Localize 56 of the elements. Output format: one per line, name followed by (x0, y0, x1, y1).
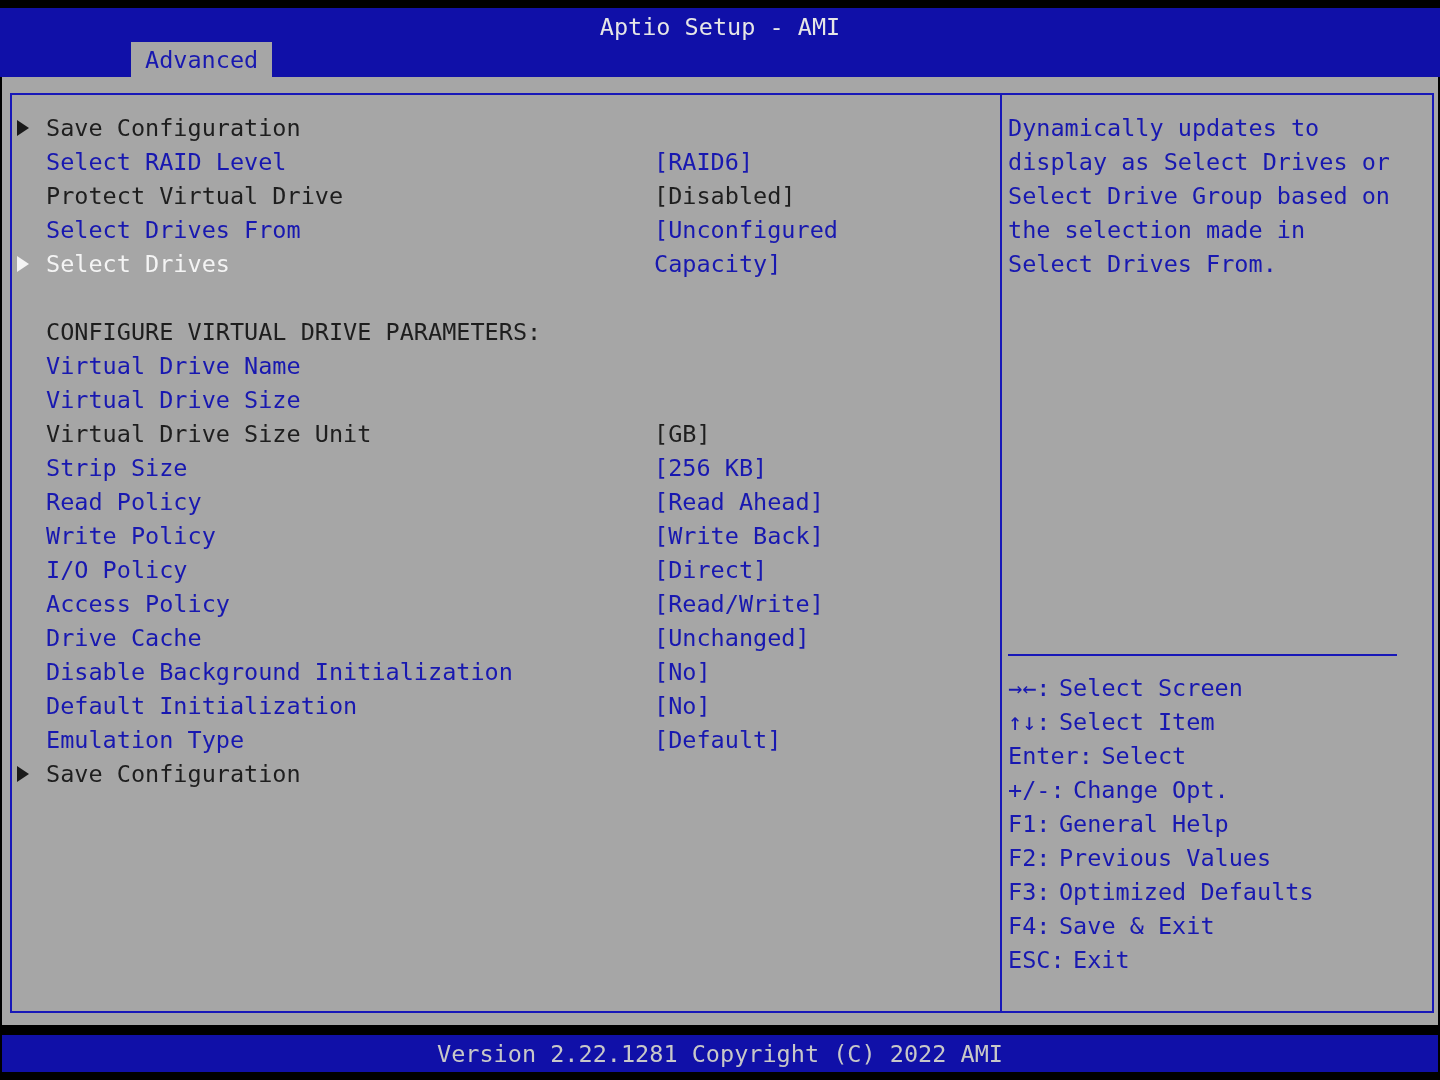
key-label: ↑↓: (1008, 708, 1051, 736)
option-value[interactable]: [256 KB] (654, 451, 853, 485)
option-value[interactable]: [Read/Write] (654, 587, 853, 621)
key-label: F2: (1008, 844, 1051, 872)
key-action: Select Item (1058, 708, 1215, 736)
menu-item[interactable]: I/O Policy (46, 553, 654, 587)
option-value[interactable]: [RAID6] (654, 145, 853, 179)
option-value[interactable]: [Read Ahead] (654, 485, 853, 519)
triangle-icon (17, 256, 29, 272)
menu-item[interactable]: Select Drives From (46, 213, 654, 247)
key-action: Select (1101, 742, 1187, 770)
triangle-icon (17, 766, 29, 782)
menu-item[interactable]: Strip Size (46, 451, 654, 485)
help-text: Dynamically updates to display as Select Drives or Select Drive Group based on the selection made in Select Drives From. (1008, 111, 1398, 656)
menu-item[interactable]: Write Policy (46, 519, 654, 553)
key-label: Enter: (1008, 742, 1093, 770)
menu-item[interactable]: Disable Background Initialization (46, 655, 654, 689)
option-value[interactable]: [Write Back] (654, 519, 853, 553)
option-value[interactable]: [Default] (654, 723, 853, 757)
menu-item[interactable]: Default Initialization (46, 689, 654, 723)
option-value[interactable]: [GB] (654, 417, 853, 451)
key-label: F1: (1008, 810, 1051, 838)
tab[interactable]: Advanced (131, 42, 273, 77)
key-label: F4: (1008, 912, 1051, 940)
menu-item[interactable]: Save Configuration (46, 757, 654, 791)
key-label: →←: (1008, 674, 1051, 702)
triangle-icon (17, 120, 29, 136)
window-title: Aptio Setup - AMI (599, 12, 841, 42)
menu-item[interactable]: Emulation Type (46, 723, 654, 757)
key-action: Previous Values (1058, 844, 1272, 872)
option-value[interactable]: [Disabled] (654, 179, 853, 213)
option-value[interactable]: [No] (654, 689, 853, 723)
key-action: Exit (1073, 946, 1130, 974)
menu-item[interactable]: Access Policy (46, 587, 654, 621)
key-label: F3: (1008, 878, 1051, 906)
key-action: Change Opt. (1073, 776, 1229, 804)
menu-item[interactable]: Drive Cache (46, 621, 654, 655)
key-action: Save & Exit (1058, 912, 1215, 940)
key-label: +/-: (1008, 776, 1065, 804)
option-value[interactable]: [Unconfigured Capacity] (654, 213, 853, 281)
key-label: ESC: (1008, 946, 1065, 974)
key-action: Optimized Defaults (1058, 878, 1314, 906)
menu-item[interactable]: Select RAID Level (46, 145, 654, 179)
option-value[interactable]: [Direct] (654, 553, 853, 587)
menu-item[interactable]: Virtual Drive Size (46, 383, 654, 417)
menu-item[interactable]: Virtual Drive Name (46, 349, 654, 383)
menu-item[interactable]: Protect Virtual Drive (46, 179, 654, 213)
option-value[interactable]: [Unchanged] (654, 621, 853, 655)
key-action: General Help (1058, 810, 1229, 838)
menu-item[interactable]: Virtual Drive Size Unit (46, 417, 654, 451)
menu-item[interactable]: Save Configuration (46, 111, 654, 145)
option-value[interactable]: [No] (654, 655, 853, 689)
section-heading: CONFIGURE VIRTUAL DRIVE PARAMETERS: (46, 317, 543, 348)
key-action: Select Screen (1058, 674, 1243, 702)
menu-item[interactable]: Read Policy (46, 485, 654, 519)
version-text: Version 2.22.1281 Copyright (C) 2022 AMI (437, 1039, 1003, 1068)
